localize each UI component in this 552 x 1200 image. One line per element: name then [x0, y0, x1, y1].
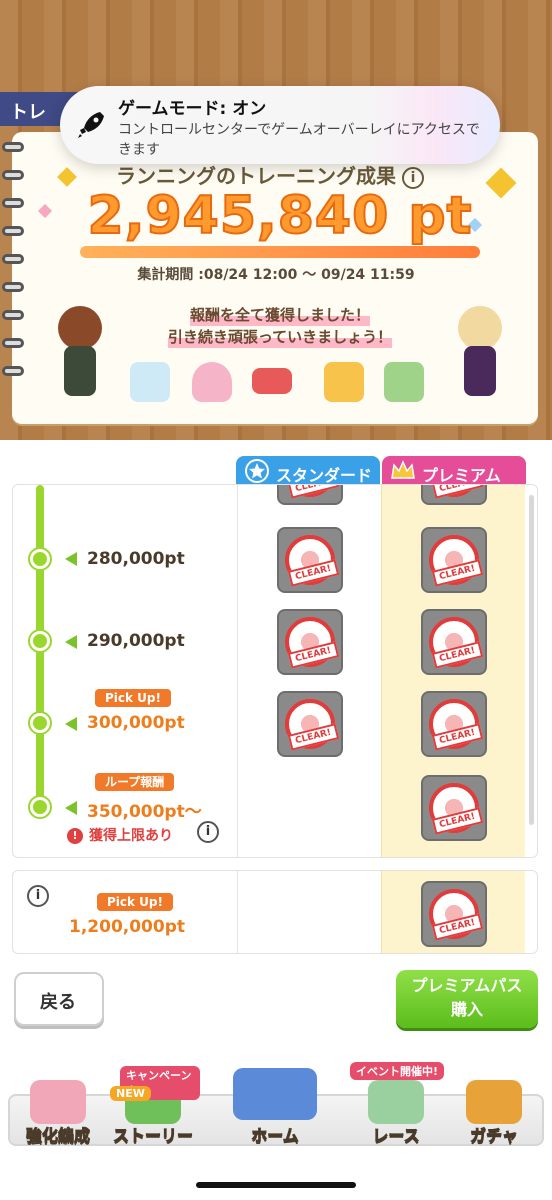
- nav-label: レース: [372, 1126, 420, 1146]
- pickup-badge: Pick Up!: [97, 893, 173, 911]
- nav-label: ガチャ: [470, 1126, 519, 1146]
- bonus-points: 1,200,000pt: [69, 917, 186, 937]
- milestone-node: [30, 631, 50, 651]
- milestone-points: 280,000pt: [87, 549, 185, 569]
- nav-story[interactable]: キャンペーン中 NEW ストーリー: [106, 1066, 200, 1150]
- nav-home[interactable]: ホーム: [214, 1068, 336, 1150]
- back-button[interactable]: 戻る: [14, 972, 104, 1026]
- reward-message: 報酬を全て獲得しました！ 引き続き頑張っていきましょう！: [140, 304, 420, 348]
- scrollbar[interactable]: [529, 495, 534, 825]
- bonus-info-button[interactable]: i: [27, 885, 49, 907]
- crown-icon: [390, 458, 416, 484]
- warning-icon: !: [67, 828, 83, 844]
- game-mode-notification[interactable]: ゲームモード: オン コントロールセンターでゲームオーバーレイにアクセスできます: [60, 86, 500, 164]
- standard-column: [237, 871, 381, 953]
- standard-column-header: スタンダード: [236, 456, 380, 486]
- character-right-illustration: [448, 298, 512, 408]
- school-building-icon: [233, 1068, 317, 1120]
- nav-label: ストーリー: [112, 1126, 194, 1146]
- bonus-reward-panel: i Pick Up! 1,200,000pt CLEAR!: [12, 870, 538, 954]
- nav-enhance-formation[interactable]: 強化編成: [8, 1080, 108, 1150]
- reward-list-panel[interactable]: CLEAR! CLEAR! 280,000pt CLEAR! CLEAR! 29…: [12, 484, 538, 858]
- ranking-title-text: ランニングのトレーニング成果: [116, 164, 396, 188]
- reward-message-line1: 報酬を全て獲得しました！: [189, 304, 370, 326]
- premium-pass-label: プレミアムパス: [411, 976, 523, 995]
- premium-label: プレミアム: [422, 466, 501, 485]
- star-icon: [244, 458, 270, 484]
- milestone-node: [30, 549, 50, 569]
- standard-reward-cleared[interactable]: CLEAR!: [277, 691, 343, 757]
- event-badge: イベント開催中!: [350, 1062, 445, 1080]
- loop-reward-badge: ループ報酬: [95, 773, 175, 791]
- standard-reward-cleared[interactable]: CLEAR!: [277, 527, 343, 593]
- shoes-icon: [130, 362, 170, 402]
- training-items: [130, 362, 440, 406]
- heart-icon: [192, 362, 232, 402]
- milestone-points: 290,000pt: [87, 631, 185, 651]
- reward-icon-cleared[interactable]: CLEAR!: [421, 485, 487, 505]
- character-avatar-icon: [30, 1080, 86, 1124]
- book-icon: [384, 362, 424, 402]
- nav-gacha[interactable]: ガチャ: [444, 1080, 544, 1150]
- premium-reward-cleared[interactable]: CLEAR!: [421, 609, 487, 675]
- dumbbell-icon: [252, 368, 292, 394]
- milestone-arrow-icon: [65, 717, 77, 731]
- megaphone-icon: [324, 362, 364, 402]
- notification-body: コントロールセンターでゲームオーバーレイにアクセスできます: [118, 122, 480, 158]
- milestone-points: 350,000pt～: [87, 802, 202, 822]
- points-underline: [80, 246, 480, 258]
- acquisition-limit-note: ! 獲得上限あり: [67, 825, 173, 845]
- premium-reward-cleared[interactable]: CLEAR!: [421, 881, 487, 947]
- milestone-arrow-icon: [65, 552, 77, 566]
- milestone-arrow-icon: [65, 801, 77, 815]
- screen-title-text: トレ: [10, 102, 46, 123]
- milestone-points: 300,000pt: [87, 713, 185, 733]
- reward-icon-cleared[interactable]: CLEAR!: [277, 485, 343, 505]
- limit-text: 獲得上限あり: [89, 828, 173, 844]
- nav-label: 強化編成: [25, 1126, 91, 1146]
- total-points: 2,945,840 pt: [87, 185, 473, 247]
- milestone-node: [30, 713, 50, 733]
- premium-reward-cleared[interactable]: CLEAR!: [421, 775, 487, 841]
- gacha-icon: [466, 1080, 522, 1124]
- ranking-title: ランニングのトレーニング成果 i: [100, 160, 440, 189]
- race-gate-icon: [368, 1080, 424, 1124]
- limit-info-button[interactable]: i: [197, 821, 219, 843]
- premium-reward-cleared[interactable]: CLEAR!: [421, 691, 487, 757]
- nav-race[interactable]: イベント開催中! レース: [346, 1062, 446, 1150]
- premium-pass-purchase-button[interactable]: プレミアムパス 購入: [396, 970, 538, 1028]
- milestone-node: [30, 797, 50, 817]
- event-banner: トレ ランニングのトレーニング成果 i 2,945,840 pt 集計期間 :08…: [0, 0, 552, 440]
- rocket-icon: [74, 106, 110, 142]
- milestone-arrow-icon: [65, 635, 77, 649]
- pickup-badge: Pick Up!: [95, 689, 171, 707]
- reward-message-line2: 引き続き頑張っていきましょう！: [167, 326, 393, 348]
- standard-label: スタンダード: [276, 466, 373, 485]
- standard-reward-cleared[interactable]: CLEAR!: [277, 609, 343, 675]
- home-indicator[interactable]: [196, 1182, 356, 1188]
- aggregation-period: 集計期間 :08/24 12:00 ～ 09/24 11:59: [137, 267, 415, 283]
- new-badge: NEW: [110, 1086, 151, 1101]
- back-button-label: 戻る: [40, 992, 76, 1013]
- notification-title: ゲームモード: オン: [118, 99, 267, 119]
- purchase-label: 購入: [450, 1000, 483, 1019]
- premium-reward-cleared[interactable]: CLEAR!: [421, 527, 487, 593]
- premium-column-header: プレミアム: [382, 456, 526, 486]
- nav-label: ホーム: [251, 1126, 299, 1146]
- character-left-illustration: [48, 298, 112, 408]
